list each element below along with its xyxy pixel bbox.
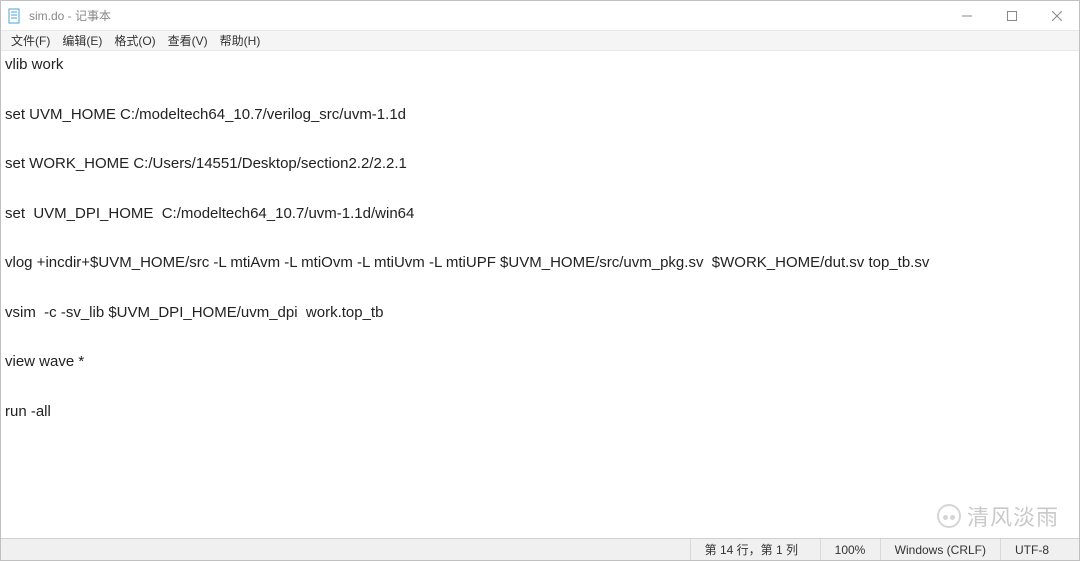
status-zoom: 100%	[820, 539, 880, 560]
titlebar[interactable]: sim.do - 记事本	[1, 1, 1079, 31]
menubar: 文件(F) 编辑(E) 格式(O) 查看(V) 帮助(H)	[1, 31, 1079, 51]
window-controls	[944, 1, 1079, 30]
app-icon	[7, 8, 23, 24]
status-eol: Windows (CRLF)	[880, 539, 1000, 560]
statusbar: 第 14 行，第 1 列 100% Windows (CRLF) UTF-8	[1, 538, 1079, 560]
status-encoding: UTF-8	[1000, 539, 1079, 560]
status-position: 第 14 行，第 1 列	[690, 539, 820, 560]
text-editor[interactable]	[1, 51, 1079, 538]
window-title: sim.do - 记事本	[29, 7, 944, 24]
menu-edit[interactable]: 编辑(E)	[56, 30, 108, 51]
status-spacer	[1, 539, 690, 560]
menu-help[interactable]: 帮助(H)	[214, 30, 267, 51]
minimize-button[interactable]	[944, 1, 989, 30]
close-button[interactable]	[1034, 1, 1079, 30]
menu-file[interactable]: 文件(F)	[5, 30, 56, 51]
menu-format[interactable]: 格式(O)	[108, 30, 161, 51]
maximize-button[interactable]	[989, 1, 1034, 30]
menu-view[interactable]: 查看(V)	[162, 30, 214, 51]
